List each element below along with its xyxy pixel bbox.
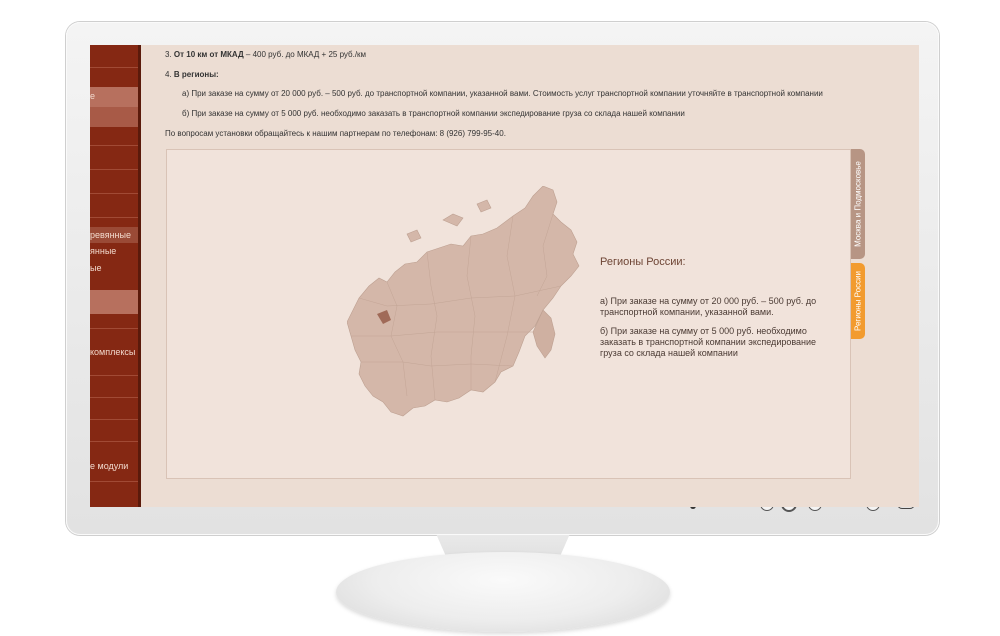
contact-line: По вопросам установки обращайтесь к наши…	[165, 129, 506, 138]
tab-regions[interactable]: Регионы России	[851, 263, 865, 339]
delivery-line-4b: б) При заказе на сумму от 5 000 руб. нео…	[182, 109, 685, 118]
russia-map[interactable]	[347, 186, 587, 422]
panel-title: Регионы России:	[600, 256, 686, 268]
sidebar-item-2[interactable]: ревянные	[90, 230, 131, 240]
delivery-line-4: 4. В регионы:	[165, 70, 219, 79]
delivery-line-3: 3. От 10 км от МКАД – 400 руб. до МКАД +…	[165, 50, 367, 59]
sidebar-highlight-2	[90, 290, 138, 314]
sidebar-item-6[interactable]: е модули	[90, 461, 128, 471]
sidebar-item-5[interactable]: комплексы	[90, 347, 135, 357]
sidebar-item-4[interactable]: ые	[90, 263, 101, 273]
screen: е ревянные янные ые комплексы е модули 3…	[90, 45, 919, 507]
sidebar-highlight	[90, 87, 138, 107]
panel-paragraph-b: б) При заказе на сумму от 5 000 руб. нео…	[600, 326, 817, 358]
monitor-stand	[336, 552, 670, 632]
sidebar-item-3[interactable]: янные	[90, 246, 116, 256]
delivery-map-panel: Регионы России: а) При заказе на сумму о…	[166, 149, 851, 479]
sidebar-item-1[interactable]: е	[90, 91, 95, 101]
sidebar: е ревянные янные ые комплексы е модули	[90, 45, 141, 507]
delivery-line-4a: а) При заказе на сумму от 20 000 руб. – …	[182, 89, 823, 98]
panel-paragraph-a: а) При заказе на сумму от 20 000 руб. – …	[600, 296, 817, 317]
tab-moscow[interactable]: Москва и Подмосковье	[851, 149, 865, 259]
